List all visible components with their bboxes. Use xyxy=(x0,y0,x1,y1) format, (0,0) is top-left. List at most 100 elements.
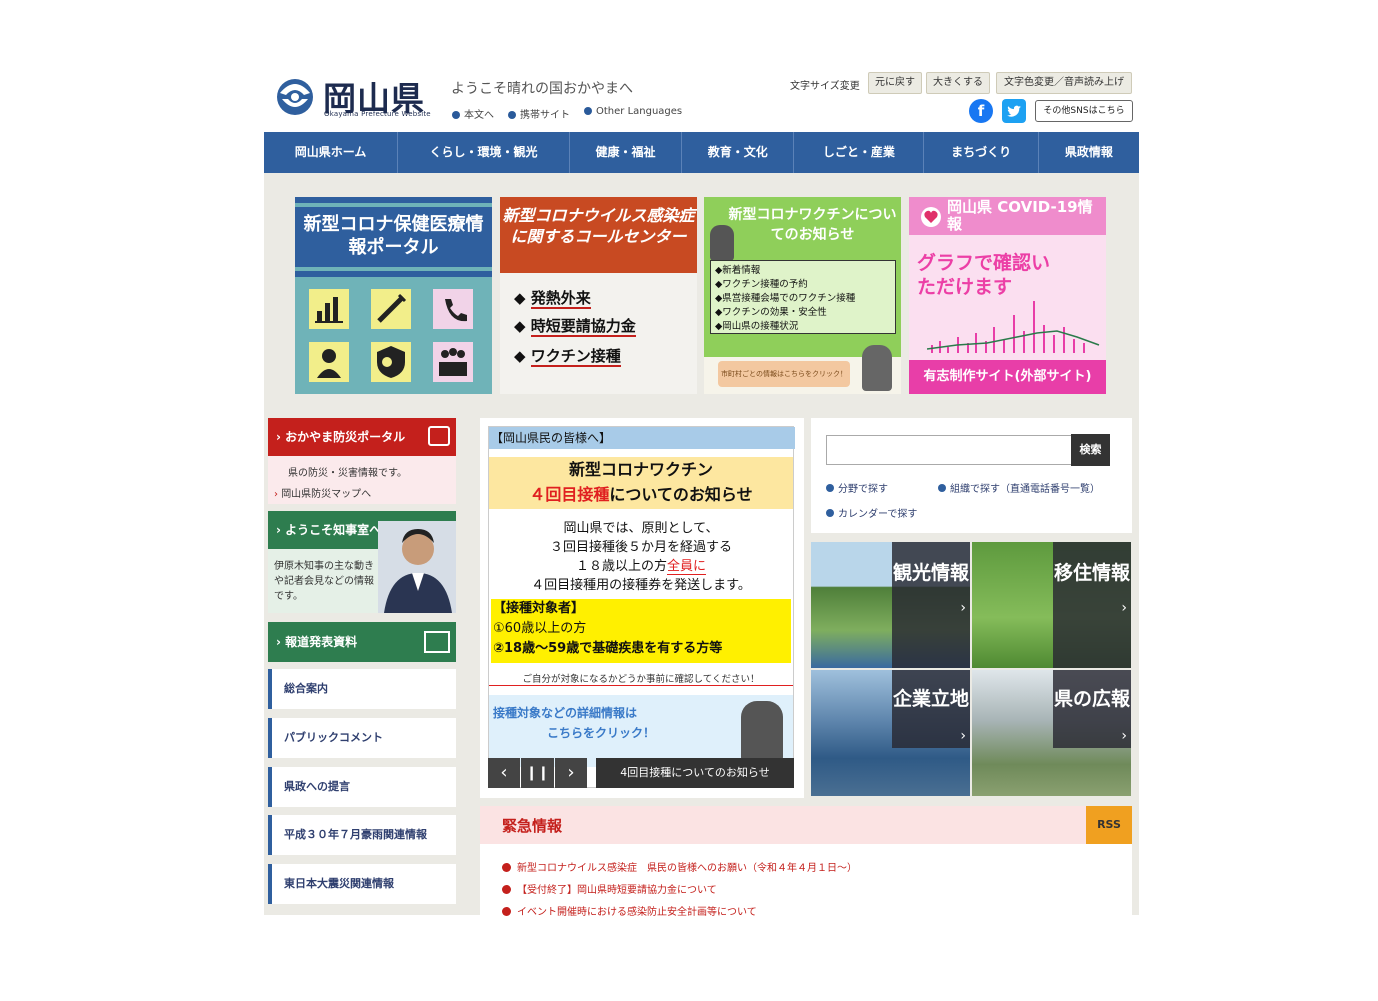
slide-image[interactable]: 【岡山県民の皆様へ】 新型コロナワクチン ４回目接種についてのお知らせ 岡山県で… xyxy=(488,426,795,788)
tile-migration-label: 移住情報 xyxy=(1053,542,1131,668)
covid19-external-link[interactable]: 有志制作サイト(外部サイト) xyxy=(909,360,1106,394)
rss-button[interactable]: RSS xyxy=(1086,806,1132,844)
slide-prev-button[interactable]: ‹ xyxy=(488,758,520,788)
slide-next-button[interactable]: › xyxy=(555,758,587,788)
governor-office-box[interactable]: › ようこそ知事室へ 伊原木知事の主な動きや記者会見などの情報です。 xyxy=(268,511,456,613)
slide-body-line: １８歳以上の方 xyxy=(575,559,667,574)
municipality-info-button[interactable]: 市町村ごとの情報はこちらをクリック！ xyxy=(718,361,850,387)
chevron-right-icon: › xyxy=(960,728,966,744)
twitter-icon[interactable] xyxy=(1002,99,1026,123)
covid19-banner-body: グラフで確認いただけます xyxy=(917,252,1051,298)
emergency-item[interactable]: 新型コロナウイルス感染症 県民の皆様へのお願い（令和４年４月１日～） xyxy=(502,859,857,874)
slide-title-rest: についてのお知らせ xyxy=(609,485,753,504)
slide-body-line: ４回目接種用の接種券を発送します。 xyxy=(531,578,751,593)
search-input[interactable] xyxy=(826,435,1072,465)
emergency-item[interactable]: イベント開催時における感染防止安全計画等について xyxy=(502,903,757,918)
banner-call-center[interactable]: 新型コロナウイルス感染症に関するコールセンター ◆ 発熱外来 ◆ 時短要請協力金… xyxy=(500,197,697,394)
search-by-calendar-link[interactable]: カレンダーで探す xyxy=(826,505,917,520)
chevron-right-icon: › xyxy=(276,430,281,444)
mobile-site-link[interactable]: 携帯サイト xyxy=(508,106,570,121)
governor-photo xyxy=(378,521,456,613)
header-links: 本文へ 携帯サイト Other Languages xyxy=(452,106,682,121)
tile-business-label: 企業立地 xyxy=(892,670,970,748)
sidebar-link-proposal[interactable]: 県政への提言 xyxy=(268,767,456,807)
slide-header: 【岡山県民の皆様へ】 xyxy=(489,427,795,449)
newspaper-icon xyxy=(424,631,450,653)
meeting-icon xyxy=(433,342,473,382)
emergency-item[interactable]: 【受付終了】岡山県時短要請協力金について xyxy=(502,881,717,896)
bousai-description: 県の防災・災害情報です。 xyxy=(288,468,407,479)
sidebar-link-public-comment[interactable]: パブリックコメント xyxy=(268,718,456,758)
search-button[interactable]: 検索 xyxy=(1071,434,1110,466)
sidebar-link-general-info[interactable]: 総合案内 xyxy=(268,669,456,709)
sidebar-link-earthquake[interactable]: 東日本大震災関連情報 xyxy=(268,864,456,904)
cat-mascot-icon xyxy=(741,701,783,763)
call-center-item-fever: ◆ 発熱外来 xyxy=(514,289,591,309)
nav-government[interactable]: 県政情報 xyxy=(1039,132,1139,173)
nav-living[interactable]: くらし・環境・観光 xyxy=(398,132,570,173)
chevron-right-icon: › xyxy=(276,523,281,537)
nav-industry[interactable]: しごと・産業 xyxy=(794,132,925,173)
banner-call-center-title: 新型コロナウイルス感染症に関するコールセンター xyxy=(502,206,695,246)
emergency-header: 緊急情報 RSS xyxy=(480,806,1132,844)
nav-town[interactable]: まちづくり xyxy=(924,132,1039,173)
emergency-title: 緊急情報 xyxy=(502,817,563,835)
color-voice-button[interactable]: 文字色変更／音声読み上げ xyxy=(996,72,1132,94)
bousai-portal-header[interactable]: › おかやま防災ポータル xyxy=(268,418,456,456)
call-center-item-compensation: ◆ 時短要請協力金 xyxy=(514,317,636,337)
other-sns-button[interactable]: その他SNSはこちら xyxy=(1035,100,1133,122)
facebook-icon[interactable]: f xyxy=(969,99,993,123)
slide-caption: 4回目接種についてのお知らせ xyxy=(596,758,794,788)
banner-health-portal-title: 新型コロナ保健医療情報ポータル xyxy=(303,214,484,258)
skip-to-content-link[interactable]: 本文へ xyxy=(452,106,494,121)
chevron-right-icon: › xyxy=(960,600,966,616)
covid19-banner-title: 岡山県 COVID-19情報 xyxy=(947,198,1093,233)
vaccine-menu-item[interactable]: ◆新着情報 xyxy=(715,264,891,278)
font-reset-button[interactable]: 元に戻す xyxy=(868,72,922,94)
other-languages-link[interactable]: Other Languages xyxy=(584,106,682,121)
banner-health-portal[interactable]: 新型コロナ保健医療情報ポータル xyxy=(295,197,492,394)
slide-body-line: ３回目接種後５か月を経過する xyxy=(549,540,732,555)
phone-icon xyxy=(433,289,473,329)
banner-covid19-data[interactable]: 岡山県 COVID-19情報 グラフで確認いただけます 有志制作サイト(外部サイ… xyxy=(909,197,1106,394)
cat-mascot-icon xyxy=(710,225,734,261)
bousai-map-link[interactable]: › 岡山県防災マップへ xyxy=(268,479,456,500)
nav-education[interactable]: 教育・文化 xyxy=(682,132,795,173)
bullet-icon xyxy=(826,484,834,492)
font-bigger-button[interactable]: 大きくする xyxy=(926,72,990,94)
nav-health[interactable]: 健康・福祉 xyxy=(570,132,683,173)
doctor-icon xyxy=(309,342,349,382)
tile-tourism-label: 観光情報 xyxy=(892,542,970,668)
search-panel: 検索 分野で探す 組織で探す（直通電話番号一覧） カレンダーで探す xyxy=(811,418,1132,533)
alert-icon xyxy=(502,885,511,894)
chevron-right-icon: › xyxy=(1121,600,1127,616)
slide-body-emphasis: 全員に xyxy=(667,559,707,575)
slide-pause-button[interactable]: ❙❙ xyxy=(521,758,554,788)
heart-icon xyxy=(921,207,941,227)
vaccine-menu-item[interactable]: ◆県営接種会場でのワクチン接種 xyxy=(715,292,891,306)
target-box: 【接種対象者】 ①60歳以上の方 ②18歳～59歳で基礎疾患を有する方等 xyxy=(491,599,791,663)
vaccine-menu-item[interactable]: ◆ワクチンの効果・安全性 xyxy=(715,306,891,320)
nav-home[interactable]: 岡山県ホーム xyxy=(264,132,399,173)
tile-publicity[interactable]: 県の広報 › xyxy=(972,670,1131,796)
sidebar-link-heavy-rain[interactable]: 平成３０年７月豪雨関連情報 xyxy=(268,815,456,855)
syringe-icon xyxy=(371,289,411,329)
search-by-org-link[interactable]: 組織で探す（直通電話番号一覧） xyxy=(938,480,1100,495)
vaccine-menu-item[interactable]: ◆岡山県の接種状況 xyxy=(715,320,891,334)
prefecture-logo-icon[interactable] xyxy=(272,77,318,117)
tile-publicity-label: 県の広報 xyxy=(1053,670,1131,748)
global-nav: 岡山県ホーム くらし・環境・観光 健康・福祉 教育・文化 しごと・産業 まちづく… xyxy=(264,132,1139,173)
search-by-field-link[interactable]: 分野で探す xyxy=(826,480,888,495)
slideshow: 【岡山県民の皆様へ】 新型コロナワクチン ４回目接種についてのお知らせ 岡山県で… xyxy=(480,418,804,798)
site-logo-subtitle: Okayama Prefecture Website xyxy=(324,110,431,118)
tile-tourism[interactable]: 観光情報 › xyxy=(811,542,970,668)
press-release-box[interactable]: › 報道発表資料 xyxy=(268,622,456,662)
banner-vaccine-info[interactable]: 新型コロナワクチンについてのお知らせ ◆新着情報 ◆ワクチン接種の予約 ◆県営接… xyxy=(704,197,901,394)
tile-migration[interactable]: 移住情報 › xyxy=(972,542,1131,668)
bullet-icon xyxy=(826,509,834,517)
tile-business[interactable]: 企業立地 › xyxy=(811,670,970,796)
alert-icon xyxy=(502,863,511,872)
vaccine-menu-item[interactable]: ◆ワクチン接種の予約 xyxy=(715,278,891,292)
chevron-right-icon: › xyxy=(1121,728,1127,744)
slide-title: 新型コロナワクチン xyxy=(568,460,713,479)
